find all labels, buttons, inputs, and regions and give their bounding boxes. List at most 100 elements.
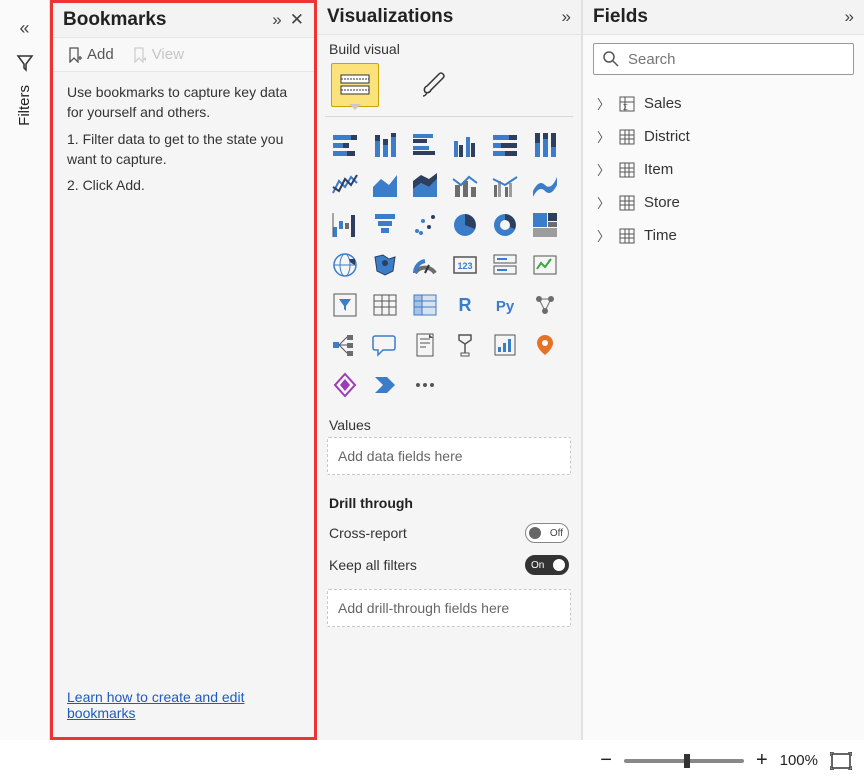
drillthrough-title: Drill through: [327, 485, 571, 517]
vis-pie[interactable]: [447, 207, 483, 243]
visualizations-title: Visualizations: [327, 6, 453, 28]
vis-100-stacked-bar[interactable]: [487, 127, 523, 163]
field-table-label: District: [644, 128, 690, 145]
visualization-gallery: 123 RPy: [317, 123, 581, 407]
vis-kpi[interactable]: [527, 247, 563, 283]
vis-goals[interactable]: [447, 327, 483, 363]
format-visual-tab[interactable]: [409, 63, 457, 107]
bookmarks-title: Bookmarks: [63, 9, 167, 31]
vis-power-automate[interactable]: [367, 367, 403, 403]
vis-donut[interactable]: [487, 207, 523, 243]
sigma-table-icon: Σ: [618, 95, 636, 113]
cross-report-toggle[interactable]: Off: [525, 523, 569, 543]
vis-line[interactable]: [327, 167, 363, 203]
field-table-item[interactable]: 〉 Item: [595, 153, 852, 186]
fields-table-list: 〉ΣSales〉District〉Item〉Store〉Time: [583, 83, 864, 256]
filter-icon[interactable]: [15, 53, 35, 73]
field-table-sales[interactable]: 〉ΣSales: [595, 87, 852, 120]
add-bookmark-button[interactable]: Add: [67, 46, 114, 63]
visualizations-panel: Visualizations » Build visual 123RPy Val…: [317, 0, 582, 740]
keep-filters-toggle[interactable]: On: [525, 555, 569, 575]
vis-100-stacked-column[interactable]: [527, 127, 563, 163]
filters-collapsed-panel: « Filters: [0, 0, 50, 740]
vis-more[interactable]: [407, 367, 443, 403]
vis-map[interactable]: [327, 247, 363, 283]
field-table-time[interactable]: 〉Time: [595, 219, 852, 252]
chevron-right-icon: 〉: [597, 193, 610, 212]
vis-slicer[interactable]: [327, 287, 363, 323]
close-bookmarks-icon[interactable]: ✕: [290, 10, 304, 30]
bookmark-view-icon: [132, 47, 148, 63]
field-table-store[interactable]: 〉Store: [595, 186, 852, 219]
cross-report-label: Cross-report: [329, 525, 407, 541]
field-table-label: Item: [644, 161, 673, 178]
vis-paginated-report[interactable]: [407, 327, 443, 363]
vis-filled-map[interactable]: [367, 247, 403, 283]
vis-card[interactable]: 123: [447, 247, 483, 283]
vis-table[interactable]: [367, 287, 403, 323]
field-table-label: Time: [644, 227, 677, 244]
chevron-right-icon: 〉: [597, 94, 610, 113]
vis-matrix[interactable]: [407, 287, 443, 323]
collapse-fields-icon[interactable]: »: [845, 7, 854, 27]
drillthrough-drop-zone[interactable]: Add drill-through fields here: [327, 589, 571, 627]
zoom-bar: − + 100%: [600, 749, 852, 772]
vis-arcgis[interactable]: [527, 327, 563, 363]
chevron-right-icon: 〉: [597, 160, 610, 179]
vis-stacked-area[interactable]: [407, 167, 443, 203]
vis-waterfall[interactable]: [327, 207, 363, 243]
bookmarks-step2: 2. Click Add.: [67, 175, 300, 195]
vis-area[interactable]: [367, 167, 403, 203]
paintbrush-icon: [419, 70, 447, 100]
vis-multi-row-card[interactable]: [487, 247, 523, 283]
view-bookmark-button: View: [132, 46, 184, 63]
expand-filters-icon[interactable]: «: [11, 10, 37, 47]
collapse-bookmarks-icon[interactable]: »: [272, 10, 281, 30]
vis-decomposition-tree[interactable]: [327, 327, 363, 363]
fields-panel: Fields » 〉ΣSales〉District〉Item〉Store〉Tim…: [582, 0, 864, 740]
bookmark-add-icon: [67, 47, 83, 63]
search-icon: [602, 50, 620, 68]
vis-treemap[interactable]: [527, 207, 563, 243]
vis-power-apps[interactable]: [327, 367, 363, 403]
fit-to-page-icon[interactable]: [830, 752, 852, 770]
fields-search[interactable]: [593, 43, 854, 75]
vis-python-visual[interactable]: Py: [487, 287, 523, 323]
bookmarks-help-link[interactable]: Learn how to create and edit bookmarks: [67, 689, 244, 721]
collapse-visualizations-icon[interactable]: »: [562, 7, 571, 27]
svg-text:Σ: Σ: [623, 103, 628, 112]
build-visual-label: Build visual: [317, 35, 581, 61]
zoom-in-button[interactable]: +: [756, 749, 768, 772]
vis-line-clustered-column[interactable]: [487, 167, 523, 203]
vis-ribbon[interactable]: [527, 167, 563, 203]
vis-clustered-bar[interactable]: [407, 127, 443, 163]
chevron-right-icon: 〉: [597, 127, 610, 146]
values-drop-zone[interactable]: Add data fields here: [327, 437, 571, 475]
vis-gauge[interactable]: [407, 247, 443, 283]
vis-funnel[interactable]: [367, 207, 403, 243]
zoom-level: 100%: [780, 752, 818, 769]
keep-filters-label: Keep all filters: [329, 557, 417, 573]
add-bookmark-label: Add: [87, 46, 114, 63]
vis-qna[interactable]: [367, 327, 403, 363]
vis-stacked-bar[interactable]: [327, 127, 363, 163]
vis-key-influencers[interactable]: [527, 287, 563, 323]
table-icon: [618, 227, 636, 245]
svg-text:123: 123: [457, 261, 472, 271]
field-table-district[interactable]: 〉 District: [595, 120, 852, 153]
fields-search-input[interactable]: [628, 51, 845, 68]
fields-title: Fields: [593, 6, 648, 28]
vis-scatter[interactable]: [407, 207, 443, 243]
bookmarks-panel: Bookmarks » ✕ Add View Use bookmarks to …: [50, 0, 317, 740]
vis-clustered-column[interactable]: [447, 127, 483, 163]
vis-line-stacked-column[interactable]: [447, 167, 483, 203]
zoom-out-button[interactable]: −: [600, 749, 612, 772]
filters-label[interactable]: Filters: [16, 85, 33, 126]
bookmarks-instructions: Use bookmarks to capture key data for yo…: [53, 72, 314, 679]
build-visual-tab[interactable]: [331, 63, 379, 107]
vis-r-visual[interactable]: R: [447, 287, 483, 323]
zoom-slider[interactable]: [624, 759, 744, 763]
table-icon: [618, 194, 636, 212]
vis-stacked-column[interactable]: [367, 127, 403, 163]
vis-scorecard[interactable]: [487, 327, 523, 363]
